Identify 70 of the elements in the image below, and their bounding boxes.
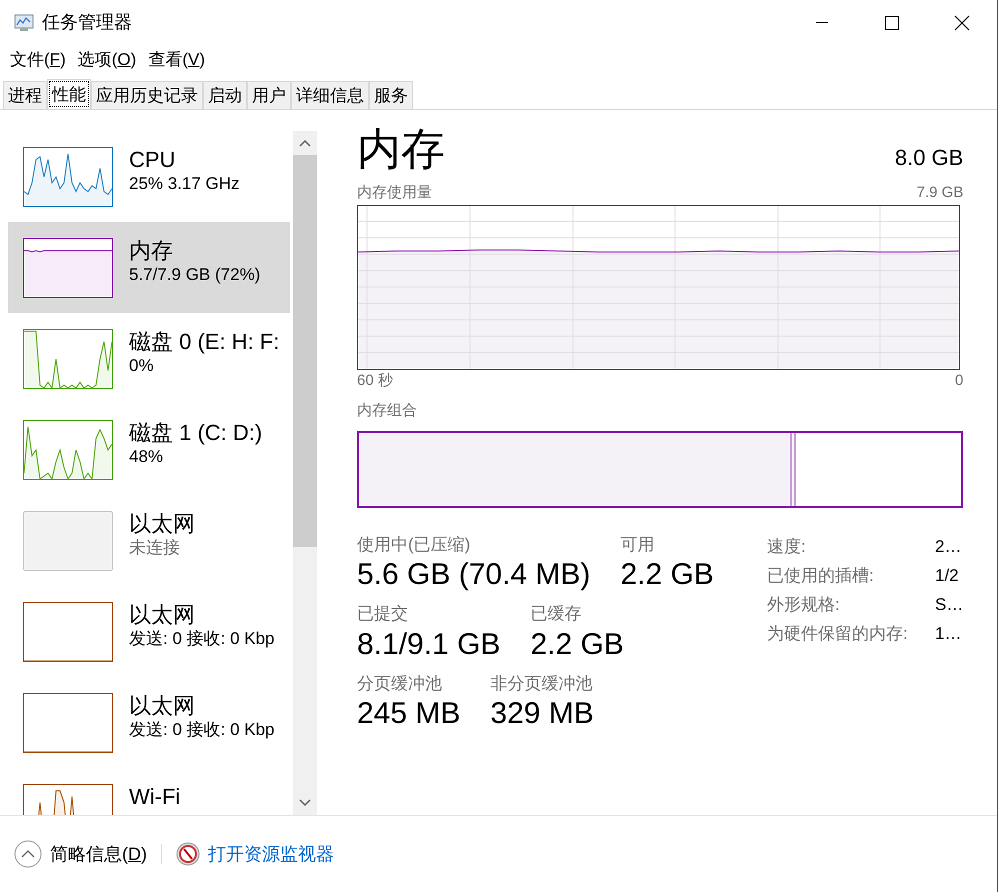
tab[interactable]: 服务	[369, 81, 413, 109]
item-title: CPU	[129, 147, 176, 173]
stat-value: 329 MB	[490, 696, 594, 732]
property-label: 外形规格:	[767, 594, 841, 616]
sidebar-item[interactable]: 磁盘 1 (C: D:) 48%	[8, 404, 290, 495]
item-subtitle: 发送: 0 接收: 0 Kbp	[129, 628, 274, 650]
property-label: 为硬件保留的内存:	[767, 622, 909, 644]
item-title: 磁盘 1 (C: D:)	[129, 420, 262, 446]
stat-label: 使用中(已压缩)	[357, 534, 472, 556]
axis-label: 0	[955, 370, 964, 390]
item-title: 磁盘 0 (E: H: F:	[129, 329, 280, 355]
menu-item[interactable]: 查看(V)	[142, 46, 211, 72]
property-label: 速度:	[767, 536, 807, 558]
tab[interactable]: 用户	[247, 81, 291, 109]
resource-monitor-link[interactable]: 打开资源监视器	[176, 840, 334, 868]
stat-label: 分页缓冲池	[357, 672, 443, 694]
window-title: 任务管理器	[42, 11, 132, 34]
stat-label: 可用	[620, 534, 656, 556]
close-icon	[954, 14, 970, 30]
item-subtitle: 48%	[129, 446, 164, 468]
tab[interactable]: 应用历史记录	[91, 81, 203, 109]
stat-value: 2.2 GB	[620, 557, 714, 593]
item-subtitle: 0%	[129, 355, 155, 377]
sidebar-item[interactable]: CPU 25% 3.17 GHz	[8, 131, 290, 222]
property-value: 1…	[935, 622, 962, 644]
scrollbar[interactable]	[293, 131, 317, 815]
stat-label: 已提交	[357, 603, 409, 625]
item-subtitle: 未连接	[129, 537, 181, 559]
sidebar-item[interactable]: 内存 5.7/7.9 GB (72%)	[8, 222, 290, 313]
tab[interactable]: 启动	[203, 81, 247, 109]
property-value: S…	[935, 594, 964, 616]
stat-label: 非分页缓冲池	[490, 672, 594, 694]
app-icon	[14, 14, 34, 32]
sidebar-item[interactable]: 以太网 发送: 0 接收: 0 Kbp	[8, 586, 290, 677]
sidebar-item[interactable]: 磁盘 0 (E: H: F: 0%	[8, 313, 290, 404]
chart-label: 内存组合	[357, 401, 418, 421]
tab[interactable]: 进程	[3, 81, 47, 109]
item-subtitle: 5.7/7.9 GB (72%)	[129, 264, 260, 286]
menu-item[interactable]: 文件(F)	[4, 46, 72, 72]
stat-value: 2.2 GB	[530, 626, 624, 662]
chart-max: 7.9 GB	[916, 183, 964, 203]
scrollbar-thumb[interactable]	[293, 155, 317, 547]
item-title: 以太网	[129, 602, 196, 628]
collapse-button[interactable]: 简略信息(D)	[14, 840, 147, 868]
item-subtitle: 25% 3.17 GHz	[129, 173, 240, 195]
tab[interactable]: 性能	[47, 79, 91, 109]
property-value: 2…	[935, 536, 962, 558]
menu-item[interactable]: 选项(O)	[72, 46, 142, 72]
item-title: 内存	[129, 238, 174, 264]
tab[interactable]: 详细信息	[291, 81, 369, 109]
item-title: 以太网	[129, 693, 196, 719]
item-title: Wi-Fi	[129, 784, 180, 810]
detail-title: 内存	[357, 124, 445, 176]
sidebar-item[interactable]: 以太网 发送: 0 接收: 0 Kbp	[8, 677, 290, 768]
minimize-icon	[816, 22, 828, 24]
total-memory: 8.0 GB	[894, 144, 964, 172]
stat-value: 8.1/9.1 GB	[357, 626, 500, 662]
axis-label: 60 秒	[357, 370, 393, 390]
maximize-icon	[885, 16, 899, 30]
sidebar-item[interactable]: Wi-Fi	[8, 768, 290, 815]
stat-label: 已缓存	[530, 603, 582, 625]
property-label: 已使用的插槽:	[767, 564, 875, 586]
stat-value: 5.6 GB (70.4 MB)	[357, 557, 590, 593]
stat-value: 245 MB	[357, 696, 460, 732]
sidebar-item[interactable]: 以太网 未连接	[8, 495, 290, 586]
chevron-up-icon	[14, 840, 42, 868]
property-value: 1/2	[935, 564, 959, 586]
chart-label: 内存使用量	[357, 183, 432, 203]
item-subtitle: 发送: 0 接收: 0 Kbp	[129, 719, 274, 741]
item-title: 以太网	[129, 511, 195, 537]
